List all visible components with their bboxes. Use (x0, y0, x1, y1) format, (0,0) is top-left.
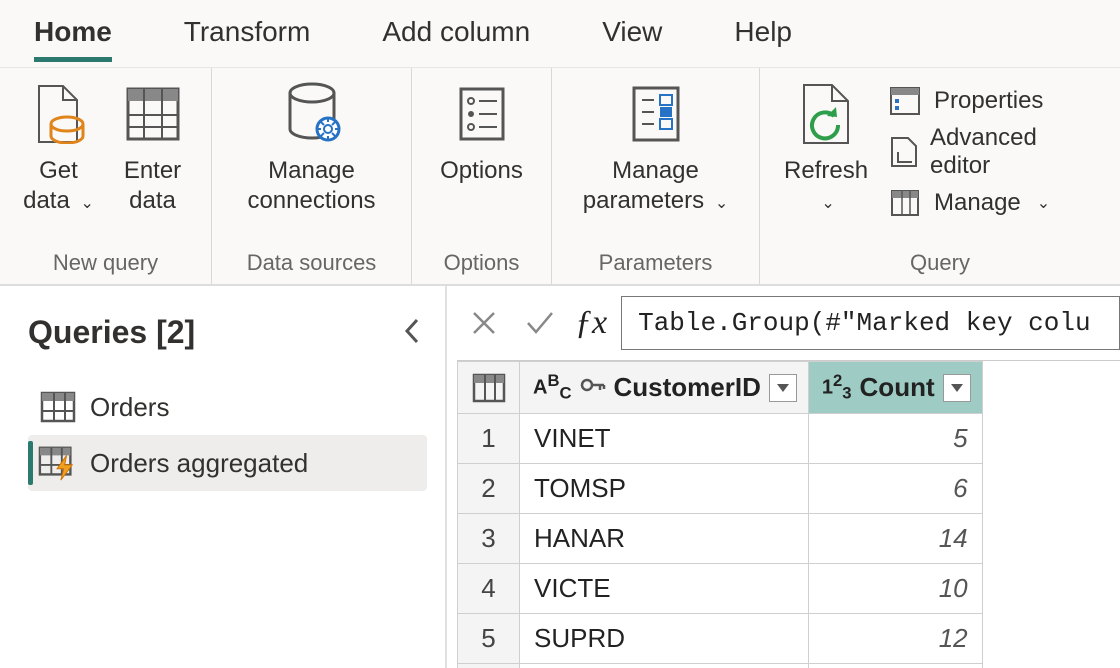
chevron-down-icon: ⌄ (821, 195, 834, 212)
group-label-parameters: Parameters (552, 250, 759, 284)
chevron-down-icon: ⌄ (80, 195, 93, 212)
data-grid: ABC CustomerID (457, 360, 1120, 668)
row-number[interactable]: 2 (458, 464, 520, 514)
collapse-panel-button[interactable] (401, 316, 423, 354)
get-data-icon (23, 78, 95, 150)
column-header-count[interactable]: 123 Count (810, 371, 981, 404)
group-label-data-sources: Data sources (212, 250, 411, 284)
group-label-query: Query (760, 250, 1120, 284)
key-icon (580, 372, 606, 403)
table-row[interactable]: 3HANAR14 (458, 514, 983, 564)
options-icon (446, 78, 518, 150)
cell-customerid[interactable]: VINET (520, 414, 809, 464)
manage-connections-button[interactable]: Manageconnections (247, 78, 375, 216)
advanced-editor-button[interactable]: Advanced editor (888, 124, 1070, 180)
group-label-options: Options (412, 250, 551, 284)
manage-menu-button[interactable]: Manage ⌄ (888, 186, 1070, 220)
row-number[interactable]: 1 (458, 414, 520, 464)
text-type-icon: ABC (533, 371, 572, 404)
cell-count[interactable]: 10 (808, 564, 982, 614)
cell-count[interactable]: 6 (808, 464, 982, 514)
queries-panel-title: Queries [2] (28, 314, 427, 351)
table-row[interactable]: 6CHOPS8 (458, 664, 983, 668)
number-type-icon: 123 (822, 371, 852, 404)
row-number[interactable]: 3 (458, 514, 520, 564)
advanced-editor-icon (888, 135, 918, 169)
table-icon (38, 387, 78, 427)
table-row[interactable]: 1VINET5 (458, 414, 983, 464)
cell-count[interactable]: 12 (808, 614, 982, 664)
properties-button[interactable]: Properties (888, 84, 1070, 118)
filter-button-customerid[interactable] (769, 374, 797, 402)
row-number[interactable]: 5 (458, 614, 520, 664)
query-item-orders-aggregated[interactable]: Orders aggregated (28, 435, 427, 491)
database-icon (276, 78, 348, 150)
query-item-orders[interactable]: Orders (28, 379, 427, 435)
row-number[interactable]: 6 (458, 664, 520, 668)
row-number[interactable]: 4 (458, 564, 520, 614)
cancel-formula-button[interactable] (463, 302, 505, 344)
tab-add-column[interactable]: Add column (382, 10, 530, 62)
cell-customerid[interactable]: SUPRD (520, 614, 809, 664)
enter-data-icon (117, 78, 189, 150)
table-row[interactable]: 2TOMSP6 (458, 464, 983, 514)
cell-count[interactable]: 14 (808, 514, 982, 564)
cell-count[interactable]: 8 (808, 664, 982, 668)
cell-customerid[interactable]: CHOPS (520, 664, 809, 668)
manage-parameters-button[interactable]: Manageparameters ⌄ (583, 78, 728, 216)
accept-formula-button[interactable] (519, 302, 561, 344)
tab-help[interactable]: Help (734, 10, 792, 62)
cell-customerid[interactable]: HANAR (520, 514, 809, 564)
parameters-icon (620, 78, 692, 150)
ribbon: Getdata ⌄ Enterdata New query Manageco (0, 68, 1120, 286)
column-header-customerid[interactable]: ABC CustomerID (521, 371, 807, 404)
group-label-new-query: New query (0, 250, 211, 284)
tabs-bar: Home Transform Add column View Help (0, 0, 1120, 68)
table-icon (888, 186, 922, 220)
get-data-button[interactable]: Getdata ⌄ (23, 78, 95, 216)
cell-customerid[interactable]: TOMSP (520, 464, 809, 514)
filter-button-count[interactable] (943, 374, 971, 402)
tab-view[interactable]: View (602, 10, 662, 62)
refresh-button[interactable]: Refresh⌄ (784, 78, 868, 216)
properties-icon (888, 84, 922, 118)
options-button[interactable]: Options (440, 78, 523, 186)
cell-count[interactable]: 5 (808, 414, 982, 464)
tab-home[interactable]: Home (34, 10, 112, 62)
refresh-icon (790, 78, 862, 150)
table-row[interactable]: 5SUPRD12 (458, 614, 983, 664)
chevron-down-icon: ⌄ (1037, 193, 1050, 213)
table-lightning-icon (38, 443, 78, 483)
formula-bar: ƒx Table.Group(#"Marked key colu (447, 286, 1120, 360)
fx-label: ƒx (575, 304, 607, 342)
table-corner-button[interactable] (458, 362, 520, 414)
table-row[interactable]: 4VICTE10 (458, 564, 983, 614)
queries-panel: Queries [2] Orders Orders aggregated (0, 286, 447, 668)
tab-transform[interactable]: Transform (184, 10, 311, 62)
chevron-down-icon: ⌄ (715, 195, 728, 212)
formula-input[interactable]: Table.Group(#"Marked key colu (621, 296, 1120, 350)
enter-data-button[interactable]: Enterdata (117, 78, 189, 216)
cell-customerid[interactable]: VICTE (520, 564, 809, 614)
